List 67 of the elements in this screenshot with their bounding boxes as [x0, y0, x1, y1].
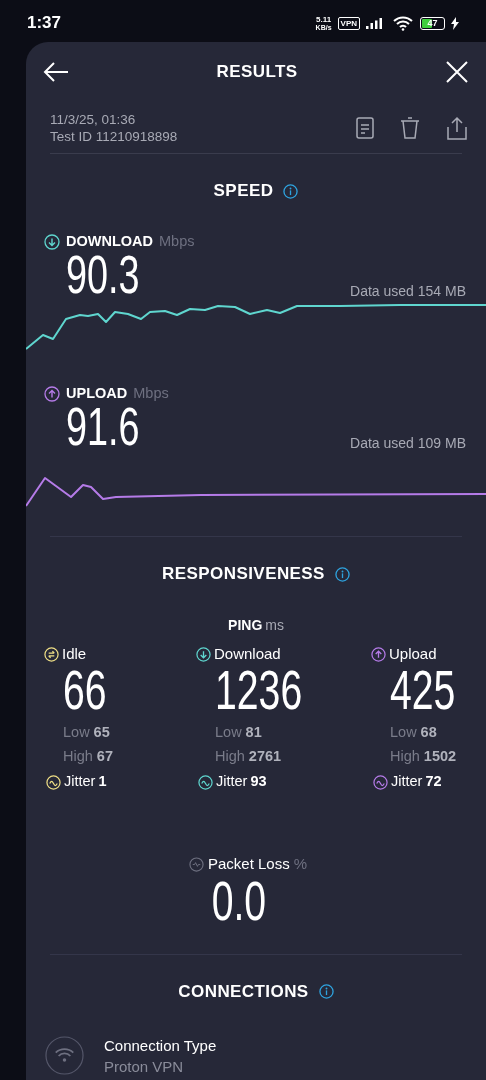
document-icon[interactable]: [356, 116, 374, 139]
section-title: RESPONSIVENESS: [162, 563, 325, 586]
packet-loss-label: Packet Loss: [207, 854, 290, 874]
vpn-badge: VPN: [337, 16, 360, 30]
low-value: 81: [245, 723, 262, 743]
connection-label: Connection Type: [104, 1035, 217, 1056]
close-button[interactable]: [444, 59, 470, 85]
info-icon[interactable]: [334, 566, 350, 582]
upload-icon: [44, 386, 60, 402]
jitter-label: Jitter: [64, 772, 96, 792]
high-value: 1502: [423, 747, 457, 767]
download-icon: [44, 234, 60, 250]
unit-label: ms: [265, 616, 284, 635]
pulse-icon: [188, 856, 204, 872]
wave-icon: [198, 774, 213, 790]
connection-value: Proton VPN: [104, 1056, 185, 1077]
low-label: Low: [63, 723, 90, 743]
trash-icon[interactable]: [400, 116, 420, 139]
high-value: 2761: [248, 747, 282, 767]
high-label: High: [215, 747, 245, 767]
ping-label: Upload: [389, 643, 437, 664]
upload-icon: [371, 646, 386, 662]
unit-label: Mbps: [159, 232, 195, 252]
ping-label: Download: [214, 643, 281, 664]
packet-loss-value: 0.0: [211, 875, 267, 926]
data-used: Data used 154 MB: [350, 282, 466, 301]
ping-label: PING: [228, 616, 263, 635]
ping-value: 66: [63, 665, 107, 715]
test-date: 11/3/25, 01:36: [50, 110, 137, 128]
low-value: 68: [420, 723, 437, 743]
high-value: 67: [96, 747, 113, 767]
metric-label: DOWNLOAD: [66, 232, 153, 252]
test-id: Test ID 11210918898: [50, 127, 178, 145]
download-icon: [196, 646, 211, 662]
jitter-label: Jitter: [216, 772, 248, 792]
info-icon[interactable]: [318, 984, 334, 999]
jitter-label: Jitter: [391, 772, 423, 792]
speed-value: 90.3: [66, 252, 140, 296]
ping-value: 1236: [215, 665, 303, 715]
wave-icon: [373, 774, 388, 790]
wave-icon: [46, 774, 61, 790]
section-title: SPEED: [213, 180, 274, 203]
jitter-value: 72: [425, 772, 442, 792]
low-value: 65: [93, 723, 110, 743]
speed-value: 91.6: [66, 404, 140, 448]
screen-title: RESULTS: [216, 61, 298, 84]
section-title: CONNECTIONS: [178, 980, 309, 1003]
jitter-value: 93: [250, 772, 267, 792]
wifi-icon: [45, 1036, 84, 1075]
unit-label: %: [293, 854, 308, 874]
high-label: High: [390, 747, 420, 767]
ping-label: Idle: [62, 643, 87, 664]
network-speed: 5.11: [316, 15, 332, 24]
low-label: Low: [215, 723, 242, 743]
arrows-icon: [44, 646, 59, 662]
battery-indicator: 47: [420, 16, 445, 30]
data-used: Data used 109 MB: [350, 434, 466, 453]
share-icon[interactable]: [446, 115, 468, 140]
ping-value: 425: [390, 665, 456, 715]
clock-time: 1:37: [27, 12, 62, 35]
info-icon[interactable]: [283, 183, 299, 199]
wifi-icon: [392, 15, 414, 31]
low-label: Low: [390, 723, 417, 743]
metric-label: UPLOAD: [66, 384, 128, 404]
jitter-value: 1: [98, 772, 107, 792]
unit-label: Mbps: [133, 384, 169, 404]
high-label: High: [63, 747, 93, 767]
